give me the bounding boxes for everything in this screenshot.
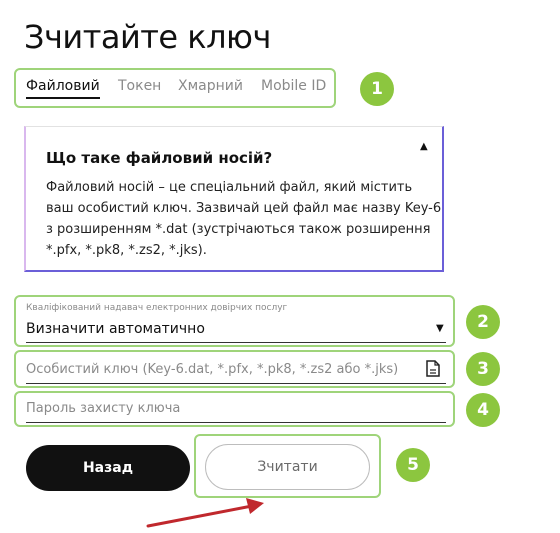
- step-badge-4: 4: [466, 393, 500, 427]
- dropdown-arrow-icon[interactable]: ▼: [436, 323, 444, 334]
- tab-token[interactable]: Токен: [118, 78, 161, 94]
- tab-cloud[interactable]: Хмарний: [178, 78, 243, 94]
- back-button[interactable]: Назад: [26, 445, 190, 491]
- provider-underline: [26, 342, 446, 343]
- tab-file[interactable]: Файловий: [26, 78, 100, 99]
- key-file-input[interactable]: Особистий ключ (Key-6.dat, *.pfx, *.pk8,…: [26, 362, 411, 377]
- password-field: Пароль захисту ключа: [14, 391, 455, 427]
- pointer-arrow-icon: [146, 498, 264, 528]
- step-badge-5: 5: [396, 448, 430, 482]
- key-file-field: Особистий ключ (Key-6.dat, *.pfx, *.pk8,…: [14, 350, 455, 388]
- password-underline: [26, 422, 446, 423]
- collapse-chevron-icon[interactable]: ▲: [420, 141, 428, 152]
- file-icon[interactable]: [426, 360, 440, 377]
- provider-value: Визначити автоматично: [26, 321, 205, 337]
- step-badge-1: 1: [360, 72, 394, 106]
- key-type-tabs: Файловий Токен Хмарний Mobile ID: [14, 68, 336, 108]
- info-card: Що таке файловий носій? ▲ Файловий носій…: [24, 126, 444, 272]
- step-badge-3: 3: [466, 352, 500, 386]
- info-text: Файловий носій – це спеціальний файл, як…: [46, 180, 442, 258]
- provider-label: Кваліфікований надавач електронних довір…: [26, 303, 288, 313]
- tab-mobile-id[interactable]: Mobile ID: [261, 78, 326, 94]
- page-title: Зчитайте ключ: [24, 18, 271, 56]
- key-file-underline: [26, 383, 446, 384]
- password-input[interactable]: Пароль захисту ключа: [26, 401, 426, 416]
- read-button[interactable]: Зчитати: [205, 444, 370, 490]
- info-title: Що таке файловий носій?: [46, 149, 273, 167]
- step-badge-2: 2: [466, 305, 500, 339]
- provider-select[interactable]: Кваліфікований надавач електронних довір…: [14, 295, 455, 347]
